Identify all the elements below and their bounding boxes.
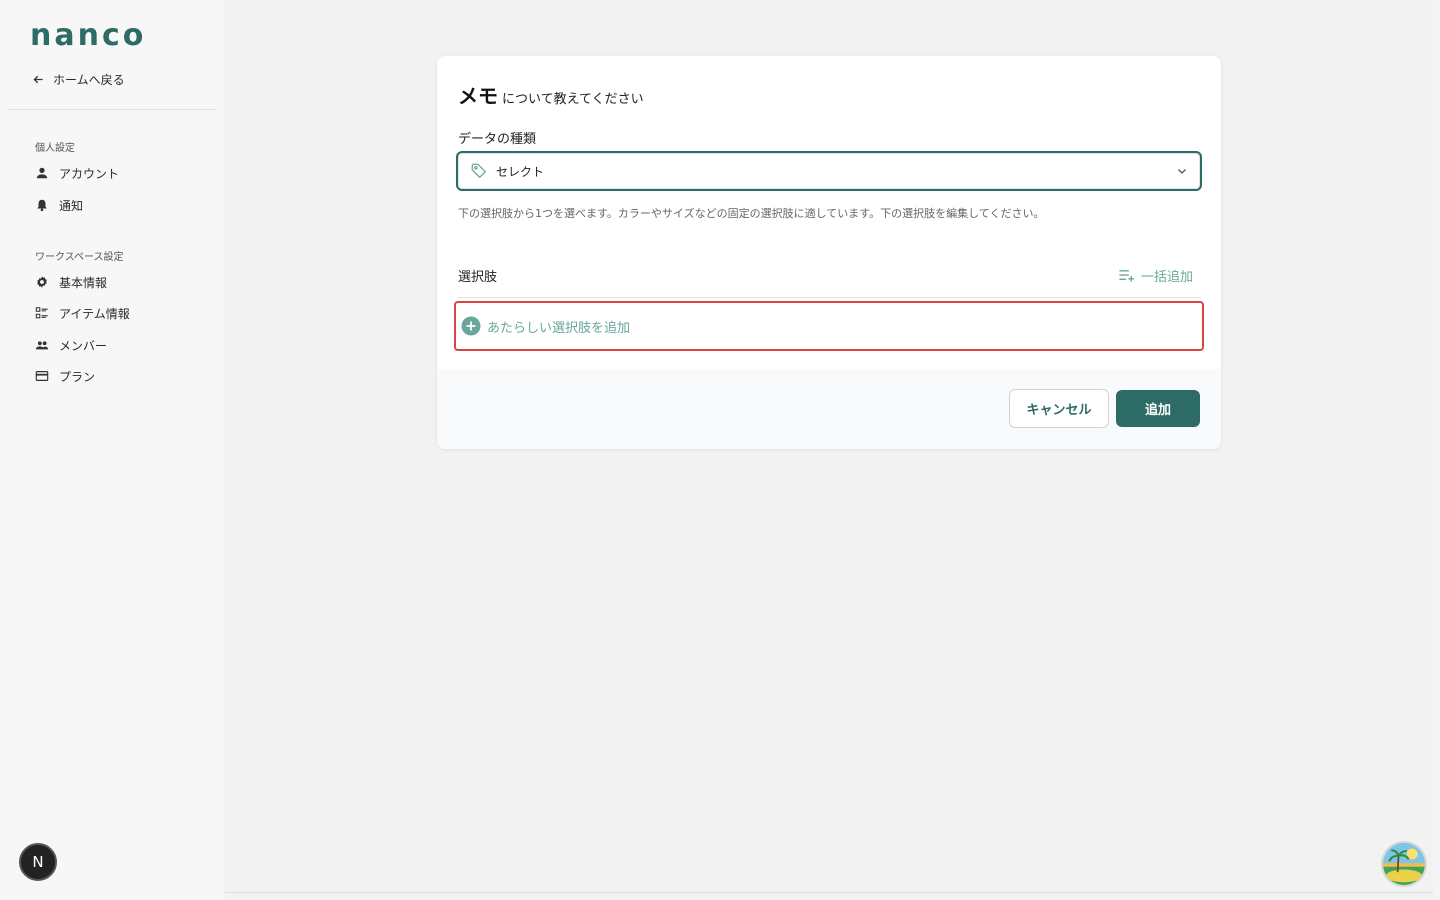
card-icon	[35, 371, 49, 381]
sidebar-item-label: 基本情報	[59, 275, 108, 290]
person-icon	[36, 167, 48, 179]
plus-circle-icon	[461, 316, 481, 336]
brand-logo[interactable]: nanco	[30, 18, 146, 53]
bulk-add-label: 一括追加	[1140, 269, 1193, 285]
people-icon	[35, 341, 49, 350]
bulk-add-icon	[1119, 269, 1135, 282]
data-type-label: データの種類	[458, 132, 537, 147]
sidebar-item-label: プラン	[59, 369, 96, 384]
beach-avatar-icon	[1383, 843, 1425, 885]
workspace-avatar[interactable]: N	[19, 843, 57, 881]
arrow-left-icon	[33, 75, 43, 83]
dialog-footer: キャンセル 追加	[437, 369, 1221, 449]
data-type-select-value: セレクト	[496, 164, 545, 179]
dialog-title-suffix: について教えてください	[502, 92, 644, 107]
tag-icon	[471, 163, 487, 179]
sidebar-item-basic-info[interactable]: 基本情報	[35, 272, 107, 292]
dialog-title: メモ について教えてください	[458, 80, 644, 109]
gear-icon	[37, 276, 47, 288]
add-new-option-label: あたらしい選択肢を追加	[487, 320, 631, 336]
list-icon	[35, 307, 48, 319]
options-header: 選択肢 一括追加	[458, 261, 1201, 289]
sidebar-item-members[interactable]: メンバー	[35, 335, 107, 355]
field-setup-dialog: メモ について教えてください データの種類 セレクト 下の選択肢から1つを選べま…	[437, 56, 1221, 449]
back-home-link[interactable]: ホームへ戻る	[32, 70, 125, 88]
sidebar-item-label: アイテム情報	[59, 306, 130, 321]
options-divider	[458, 297, 1201, 298]
section-label-workspace: ワークスペース設定	[35, 252, 124, 263]
sidebar-item-label: メンバー	[59, 338, 108, 353]
bulk-add-button[interactable]: 一括追加	[1118, 266, 1193, 285]
sidebar-item-plan[interactable]: プラン	[35, 366, 95, 386]
cancel-button[interactable]: キャンセル	[1009, 389, 1109, 428]
back-home-label: ホームへ戻る	[53, 72, 125, 87]
submit-add-button[interactable]: 追加	[1116, 390, 1200, 427]
sidebar-item-label: アカウント	[59, 166, 120, 181]
sidebar-item-item-info[interactable]: アイテム情報	[35, 303, 130, 323]
dialog-title-field-name: メモ	[458, 84, 498, 108]
user-avatar[interactable]	[1381, 841, 1427, 887]
sidebar-item-label: 通知	[59, 198, 84, 213]
bell-icon	[37, 199, 47, 212]
app-root: nanco ホームへ戻る 個人設定 アカウント 通知 ワークスペース設定 基本情…	[0, 0, 1440, 900]
chevron-down-icon	[1178, 169, 1186, 174]
sidebar-item-notifications[interactable]: 通知	[35, 195, 83, 215]
add-new-option-button[interactable]: あたらしい選択肢を追加	[454, 301, 1204, 351]
scrollbar-track	[1433, 0, 1440, 900]
options-title: 選択肢	[458, 269, 498, 285]
data-type-select[interactable]: セレクト	[456, 151, 1202, 191]
sidebar-divider	[8, 109, 216, 110]
section-label-personal: 個人設定	[35, 143, 75, 154]
main-bottom-border	[225, 892, 1435, 893]
data-type-help-text: 下の選択肢から1つを選べます。カラーやサイズなどの固定の選択肢に適しています。下…	[458, 207, 1045, 220]
sidebar-item-account[interactable]: アカウント	[35, 163, 119, 183]
sidebar: nanco ホームへ戻る 個人設定 アカウント 通知 ワークスペース設定 基本情…	[0, 0, 224, 900]
